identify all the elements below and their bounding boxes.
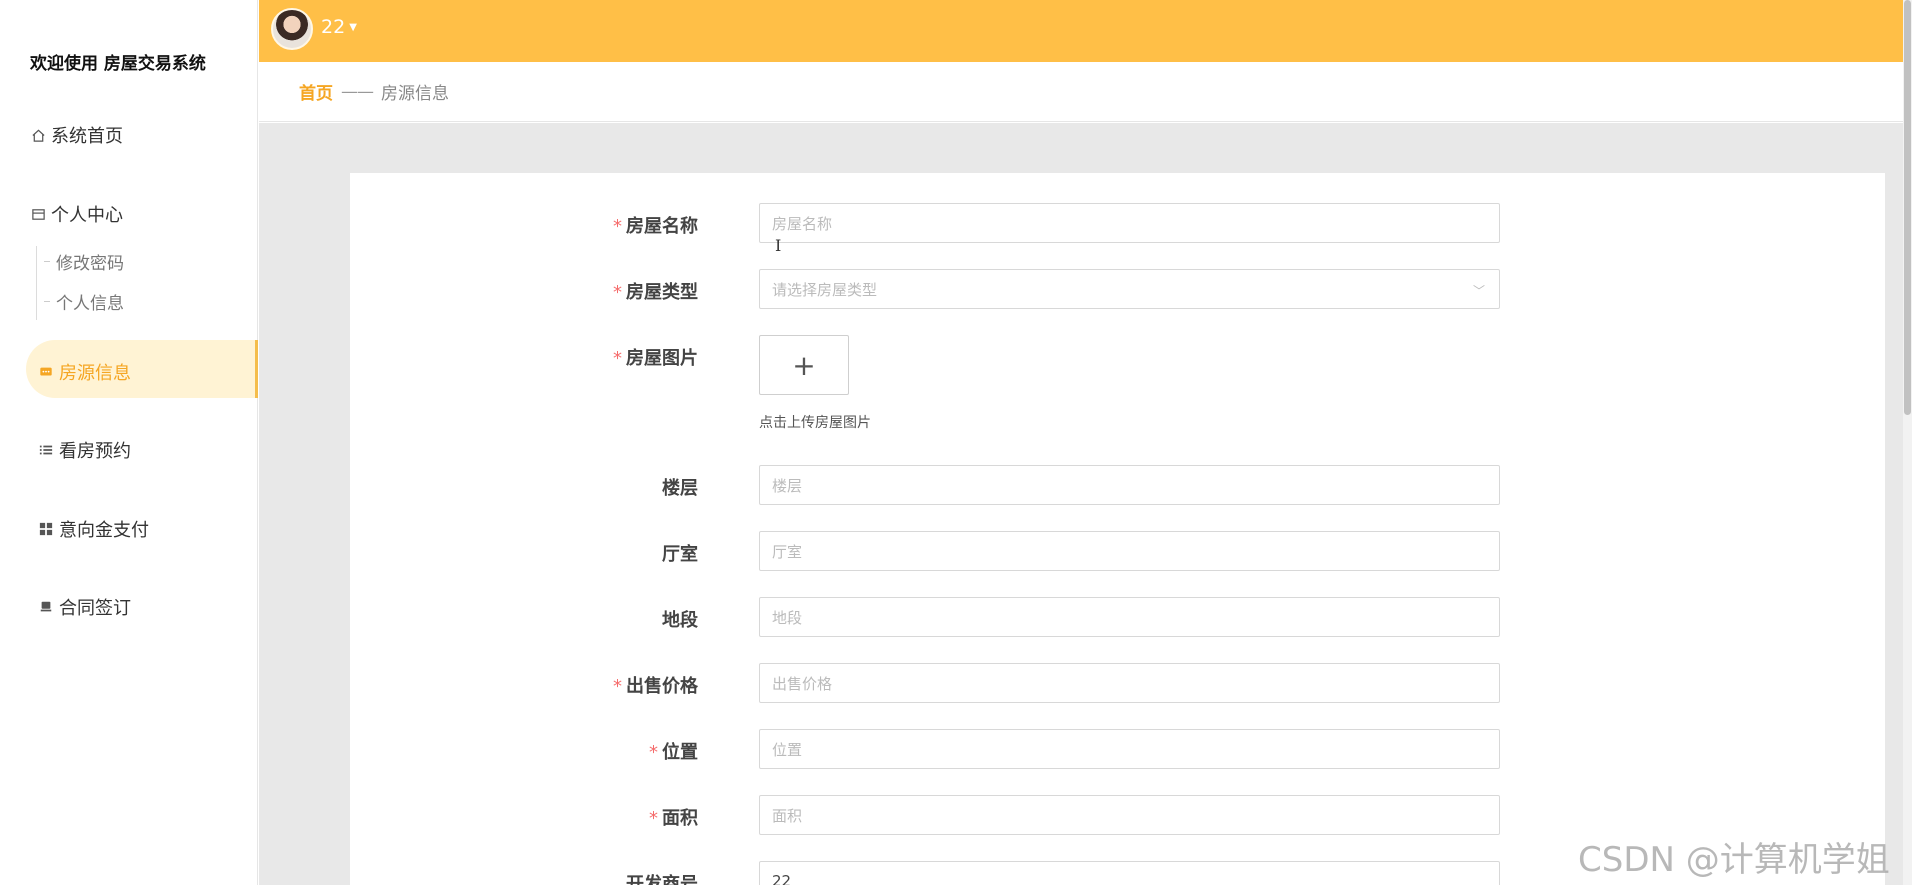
sidebar-item-personal-center[interactable]: 个人中心 (30, 201, 123, 227)
username-label: 22 (321, 16, 346, 38)
field-label: 厅室 (662, 544, 698, 565)
required-mark: * (613, 216, 622, 237)
breadcrumb-current: 房源信息 (381, 84, 449, 104)
field-label: * 房屋图片 (613, 348, 698, 369)
select-placeholder: 请选择房屋类型 (772, 280, 878, 299)
price-input[interactable]: 出售价格 (759, 663, 1500, 703)
input-placeholder: 房屋名称 (772, 214, 833, 233)
tick-divider (44, 261, 50, 262)
rooms-input[interactable]: 厅室 (759, 531, 1500, 571)
avatar[interactable] (271, 8, 313, 50)
list-icon (38, 442, 54, 458)
plus-icon: + (792, 348, 816, 382)
field-label: * 房屋名称 (613, 216, 698, 237)
sidebar: 欢迎使用 房屋交易系统 系统首页 个人中心 修改密码 个人信息 房源信息 看房预… (0, 0, 258, 885)
house-name-input[interactable]: 房屋名称 (759, 203, 1500, 243)
home-icon (30, 127, 46, 143)
field-label: * 房屋类型 (613, 282, 698, 303)
sidebar-item-contract-signing[interactable]: 合同签订 (38, 594, 131, 620)
floor-input[interactable]: 楼层 (759, 465, 1500, 505)
scrollbar-thumb[interactable] (1904, 0, 1911, 415)
required-mark: * (613, 348, 622, 369)
tick-divider (44, 301, 50, 302)
sidebar-subitem-label: 个人信息 (56, 294, 124, 314)
input-placeholder: 面积 (772, 806, 803, 825)
field-label: * 面积 (649, 808, 698, 829)
seat-icon (38, 599, 54, 615)
sidebar-item-personal-info[interactable]: 个人信息 (44, 289, 124, 314)
sidebar-subitem-label: 修改密码 (56, 254, 124, 274)
sidebar-item-label: 房源信息 (59, 363, 131, 384)
required-mark: * (613, 676, 622, 697)
user-dropdown[interactable]: 22 ▼ (321, 16, 357, 38)
sidebar-item-change-password[interactable]: 修改密码 (44, 249, 124, 274)
input-placeholder: 楼层 (772, 476, 803, 495)
area-input[interactable]: 面积 (759, 795, 1500, 835)
breadcrumb: 首页 —— 房源信息 (259, 62, 1903, 122)
field-label: 开发商号 (626, 874, 698, 885)
sidebar-item-deposit-payment[interactable]: 意向金支付 (38, 516, 149, 542)
required-mark: * (649, 808, 658, 829)
input-placeholder: 出售价格 (772, 674, 833, 693)
caret-down-icon: ▼ (349, 21, 357, 33)
location-input[interactable]: 位置 (759, 729, 1500, 769)
sidebar-item-label: 合同签订 (59, 598, 131, 619)
welcome-title: 欢迎使用 房屋交易系统 (30, 54, 206, 74)
image-upload-button[interactable]: + (759, 335, 849, 395)
text-cursor-icon: I (775, 236, 782, 255)
input-placeholder: 地段 (772, 608, 803, 627)
input-value: 22 (772, 872, 792, 885)
grid-icon (38, 521, 54, 537)
field-label: * 出售价格 (613, 676, 698, 697)
sidebar-item-house-listings[interactable]: 房源信息 (38, 359, 131, 385)
sidebar-item-viewing-appointment[interactable]: 看房预约 (38, 437, 131, 463)
submenu-line (36, 246, 37, 320)
upload-hint: 点击上传房屋图片 (759, 415, 871, 431)
sidebar-item-home[interactable]: 系统首页 (30, 122, 123, 148)
field-label: 楼层 (662, 478, 698, 499)
input-placeholder: 厅室 (772, 542, 803, 561)
wallet-icon (30, 206, 46, 222)
form-card: * 房屋名称 房屋名称 * 房屋类型 请选择房屋类型 ﹀ * 房屋图片 + 点击上传房屋… (350, 173, 1885, 885)
sidebar-item-label: 意向金支付 (59, 520, 149, 541)
field-label: 地段 (662, 610, 698, 631)
scrollbar[interactable] (1903, 0, 1912, 885)
developer-input[interactable]: 22 (759, 861, 1500, 885)
sidebar-item-label: 系统首页 (51, 126, 123, 147)
breadcrumb-separator: —— (341, 81, 374, 102)
sidebar-item-label: 个人中心 (51, 205, 123, 226)
chat-icon (38, 364, 54, 380)
top-bar: 22 ▼ (259, 0, 1903, 62)
input-placeholder: 位置 (772, 740, 803, 759)
sidebar-item-label: 看房预约 (59, 441, 131, 462)
field-label: * 位置 (649, 742, 698, 763)
section-input[interactable]: 地段 (759, 597, 1500, 637)
chevron-down-icon: ﹀ (1472, 284, 1485, 298)
required-mark: * (649, 742, 658, 763)
required-mark: * (613, 282, 622, 303)
watermark: CSDN @计算机学姐 (1578, 840, 1890, 880)
house-type-select[interactable]: 请选择房屋类型 ﹀ (759, 269, 1500, 309)
breadcrumb-home-link[interactable]: 首页 (299, 79, 333, 104)
